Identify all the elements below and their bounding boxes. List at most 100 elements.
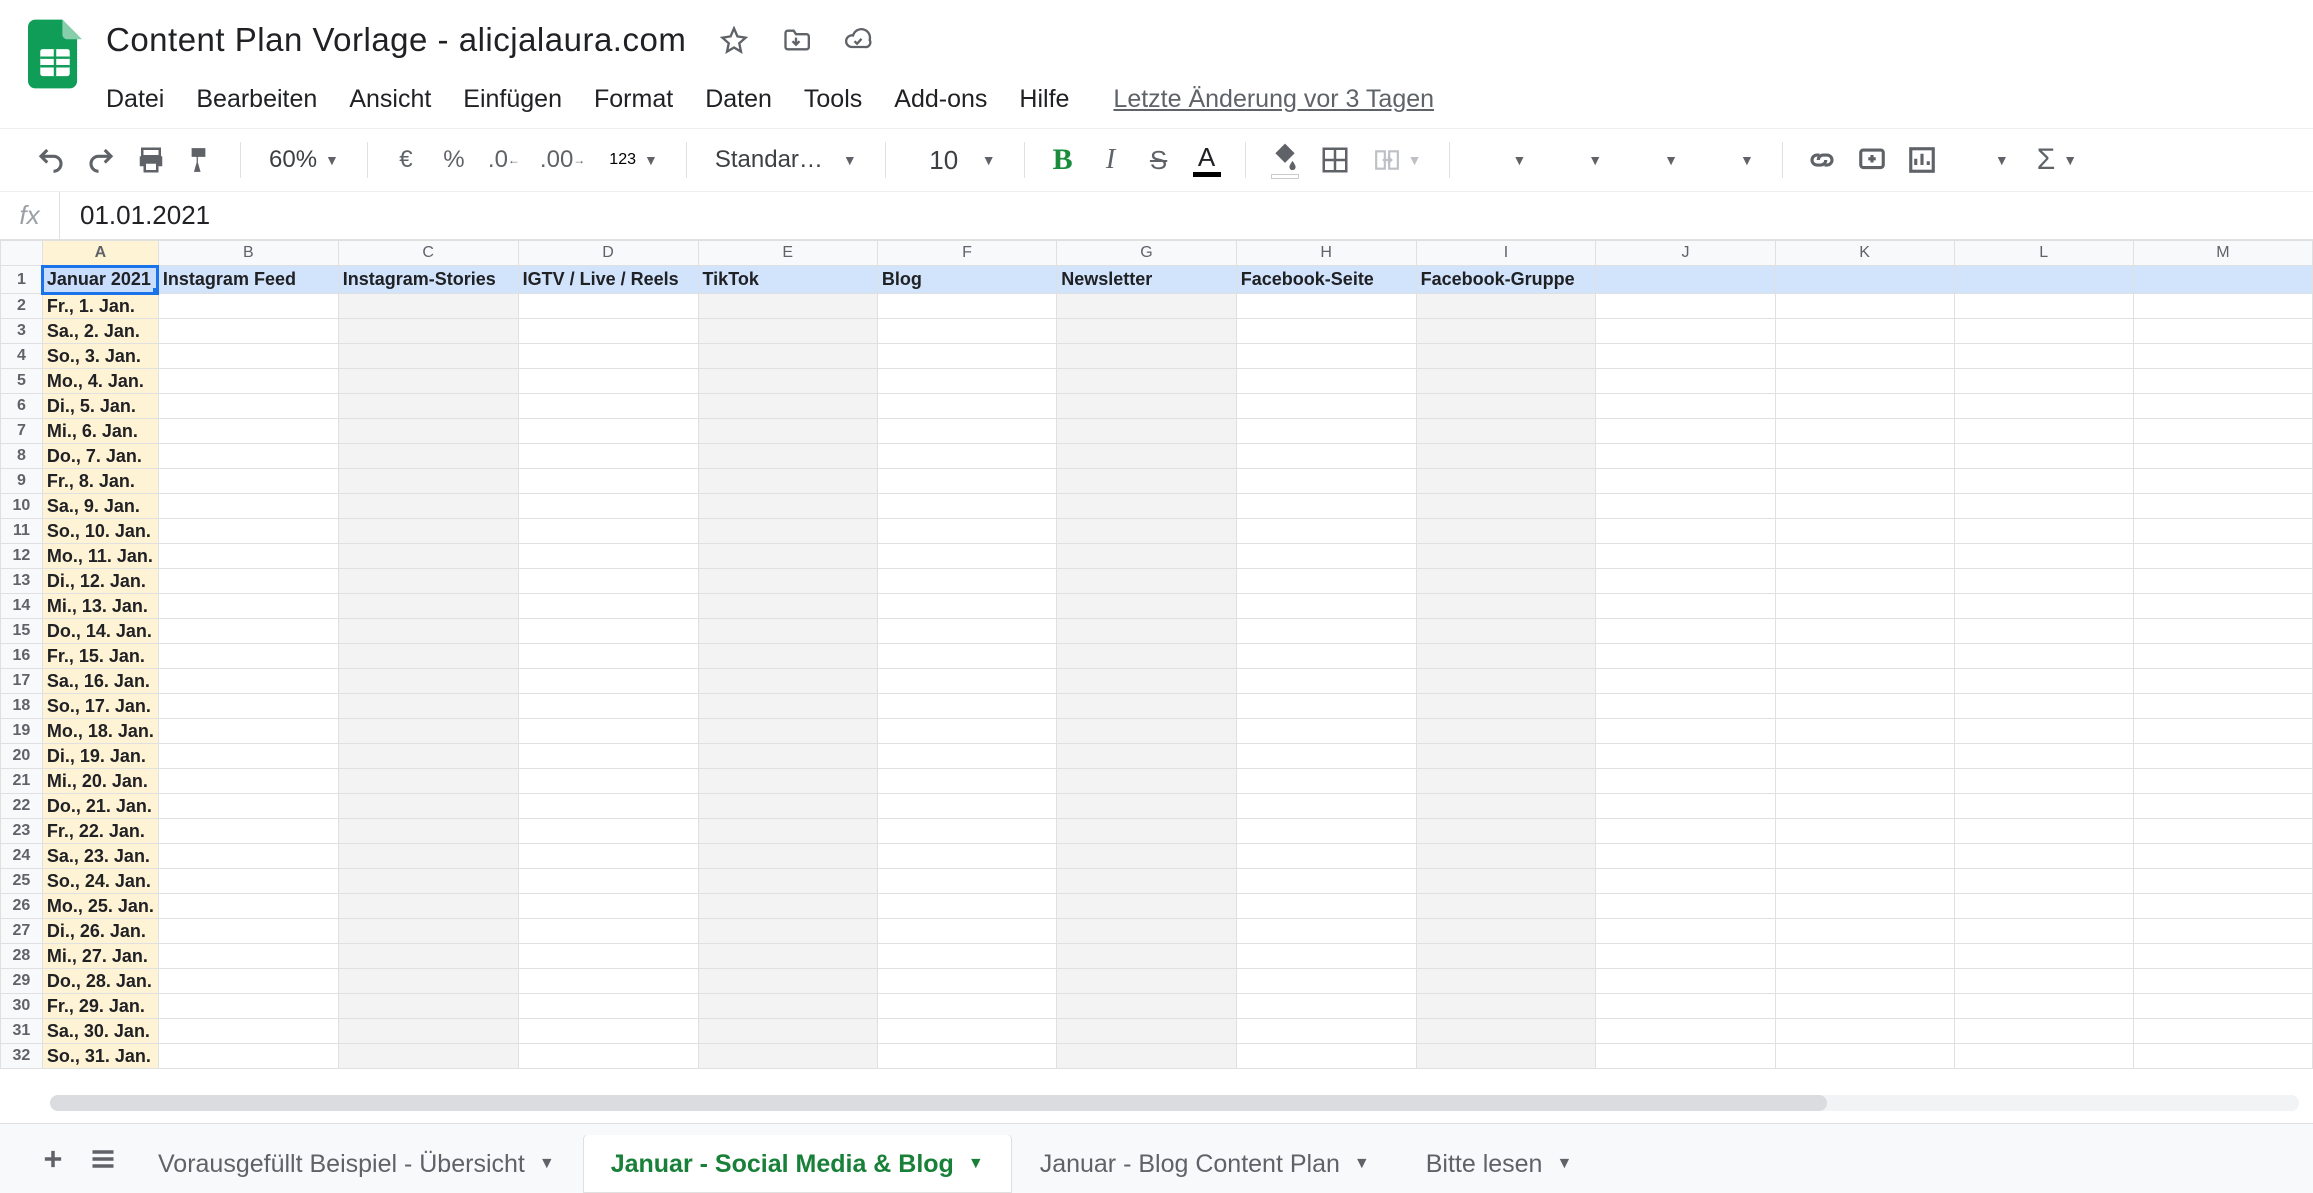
italic-button[interactable]: I xyxy=(1091,138,1131,182)
cell-G7[interactable] xyxy=(1057,419,1237,444)
cell-J24[interactable] xyxy=(1596,844,1775,869)
cell-A25[interactable]: So., 24. Jan. xyxy=(42,869,158,894)
cell-F25[interactable] xyxy=(877,869,1056,894)
cell-L25[interactable] xyxy=(1954,869,2133,894)
cell-D26[interactable] xyxy=(518,894,698,919)
cell-C2[interactable] xyxy=(338,294,518,319)
cell-H16[interactable] xyxy=(1236,644,1416,669)
cell-M29[interactable] xyxy=(2133,969,2312,994)
cell-G26[interactable] xyxy=(1057,894,1237,919)
row-header[interactable]: 18 xyxy=(1,694,43,719)
cell-M7[interactable] xyxy=(2133,419,2312,444)
cell-J26[interactable] xyxy=(1596,894,1775,919)
cell-I29[interactable] xyxy=(1416,969,1596,994)
row-header[interactable]: 19 xyxy=(1,719,43,744)
cell-H25[interactable] xyxy=(1236,869,1416,894)
cell-E11[interactable] xyxy=(698,519,877,544)
cell-G27[interactable] xyxy=(1057,919,1237,944)
insert-chart-icon[interactable] xyxy=(1901,138,1943,182)
cell-A30[interactable]: Fr., 29. Jan. xyxy=(42,994,158,1019)
cell-B32[interactable] xyxy=(158,1044,338,1069)
chevron-down-icon[interactable]: ▼ xyxy=(1556,1155,1572,1173)
cell-A7[interactable]: Mi., 6. Jan. xyxy=(42,419,158,444)
col-header-J[interactable]: J xyxy=(1596,241,1775,266)
cell-I6[interactable] xyxy=(1416,394,1596,419)
row-header[interactable]: 20 xyxy=(1,744,43,769)
row-header[interactable]: 3 xyxy=(1,319,43,344)
insert-comment-icon[interactable] xyxy=(1851,138,1893,182)
cell-G8[interactable] xyxy=(1057,444,1237,469)
cell-I17[interactable] xyxy=(1416,669,1596,694)
cell-I15[interactable] xyxy=(1416,619,1596,644)
cell-M16[interactable] xyxy=(2133,644,2312,669)
cell-D12[interactable] xyxy=(518,544,698,569)
cell-M13[interactable] xyxy=(2133,569,2312,594)
cell-C24[interactable] xyxy=(338,844,518,869)
cell-E26[interactable] xyxy=(698,894,877,919)
cell-F12[interactable] xyxy=(877,544,1056,569)
cell-A14[interactable]: Mi., 13. Jan. xyxy=(42,594,158,619)
cell-B17[interactable] xyxy=(158,669,338,694)
cell-K1[interactable] xyxy=(1775,266,1954,294)
cell-G20[interactable] xyxy=(1057,744,1237,769)
cell-F6[interactable] xyxy=(877,394,1056,419)
row-header[interactable]: 30 xyxy=(1,994,43,1019)
cell-G3[interactable] xyxy=(1057,319,1237,344)
cell-H14[interactable] xyxy=(1236,594,1416,619)
cell-M12[interactable] xyxy=(2133,544,2312,569)
cell-L21[interactable] xyxy=(1954,769,2133,794)
cell-B4[interactable] xyxy=(158,344,338,369)
cell-K5[interactable] xyxy=(1775,369,1954,394)
cell-C3[interactable] xyxy=(338,319,518,344)
cell-G14[interactable] xyxy=(1057,594,1237,619)
last-edit-link[interactable]: Letzte Änderung vor 3 Tagen xyxy=(1113,85,1434,114)
cell-K28[interactable] xyxy=(1775,944,1954,969)
cell-L7[interactable] xyxy=(1954,419,2133,444)
cell-G9[interactable] xyxy=(1057,469,1237,494)
cell-H29[interactable] xyxy=(1236,969,1416,994)
cell-B9[interactable] xyxy=(158,469,338,494)
cell-A1[interactable]: Januar 2021 xyxy=(42,266,158,294)
cell-E27[interactable] xyxy=(698,919,877,944)
cell-A22[interactable]: Do., 21. Jan. xyxy=(42,794,158,819)
cell-A21[interactable]: Mi., 20. Jan. xyxy=(42,769,158,794)
cell-K3[interactable] xyxy=(1775,319,1954,344)
cell-J4[interactable] xyxy=(1596,344,1775,369)
cell-B19[interactable] xyxy=(158,719,338,744)
col-header-I[interactable]: I xyxy=(1416,241,1596,266)
cell-F17[interactable] xyxy=(877,669,1056,694)
cell-D19[interactable] xyxy=(518,719,698,744)
cell-J3[interactable] xyxy=(1596,319,1775,344)
cell-L2[interactable] xyxy=(1954,294,2133,319)
cell-L5[interactable] xyxy=(1954,369,2133,394)
cell-E22[interactable] xyxy=(698,794,877,819)
cell-C7[interactable] xyxy=(338,419,518,444)
cell-A32[interactable]: So., 31. Jan. xyxy=(42,1044,158,1069)
cell-M5[interactable] xyxy=(2133,369,2312,394)
cell-I5[interactable] xyxy=(1416,369,1596,394)
cell-M8[interactable] xyxy=(2133,444,2312,469)
cell-C6[interactable] xyxy=(338,394,518,419)
cell-F5[interactable] xyxy=(877,369,1056,394)
cell-B20[interactable] xyxy=(158,744,338,769)
cell-K25[interactable] xyxy=(1775,869,1954,894)
cell-F23[interactable] xyxy=(877,819,1056,844)
cell-H27[interactable] xyxy=(1236,919,1416,944)
cell-A17[interactable]: Sa., 16. Jan. xyxy=(42,669,158,694)
cell-K21[interactable] xyxy=(1775,769,1954,794)
cell-E13[interactable] xyxy=(698,569,877,594)
cell-M19[interactable] xyxy=(2133,719,2312,744)
row-header[interactable]: 21 xyxy=(1,769,43,794)
cell-A23[interactable]: Fr., 22. Jan. xyxy=(42,819,158,844)
cell-A28[interactable]: Mi., 27. Jan. xyxy=(42,944,158,969)
add-sheet-button[interactable] xyxy=(30,1136,76,1182)
cell-K8[interactable] xyxy=(1775,444,1954,469)
horizontal-scrollbar[interactable] xyxy=(0,1095,2313,1115)
cell-M4[interactable] xyxy=(2133,344,2312,369)
col-header-A[interactable]: A xyxy=(42,241,158,266)
cell-M32[interactable] xyxy=(2133,1044,2312,1069)
cloud-saved-icon[interactable] xyxy=(844,26,872,54)
cell-M2[interactable] xyxy=(2133,294,2312,319)
cell-F26[interactable] xyxy=(877,894,1056,919)
cell-K12[interactable] xyxy=(1775,544,1954,569)
